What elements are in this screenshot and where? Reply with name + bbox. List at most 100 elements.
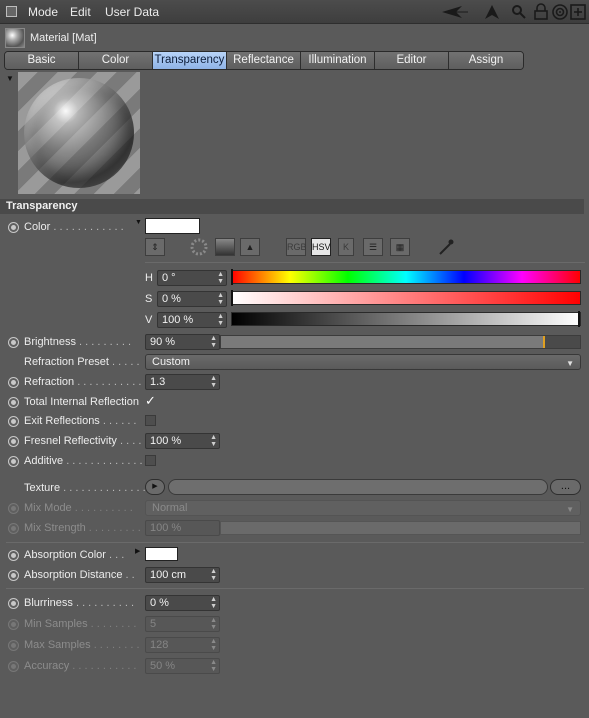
saturation-marker[interactable] (231, 290, 233, 306)
mix-strength-label: Mix Strength . . . . . . . . . (24, 522, 141, 534)
tab-color[interactable]: Color (79, 52, 153, 69)
brightness-slider[interactable] (220, 335, 581, 349)
fresnel-label: Fresnel Reflectivity . . . . (24, 435, 142, 447)
max-samples-label: Max Samples . . . . . . . . (24, 639, 140, 651)
brightness-animate-radio[interactable] (8, 337, 19, 348)
exit-reflections-checkbox[interactable] (145, 415, 156, 426)
preview-sphere (24, 78, 134, 188)
exit-reflections-animate-radio[interactable] (8, 416, 19, 427)
blurriness-animate-radio[interactable] (8, 598, 19, 609)
absorption-distance-animate-radio[interactable] (8, 570, 19, 581)
mix-strength-animate-radio[interactable] (8, 523, 19, 534)
search-icon[interactable] (510, 3, 528, 21)
tab-reflectance[interactable]: Reflectance (227, 52, 301, 69)
refraction-preset-dropdown[interactable]: Custom ▼ (145, 354, 581, 370)
refraction-animate-radio[interactable] (8, 377, 19, 388)
brightness-slider-handle[interactable] (543, 336, 546, 348)
brightness-slider-fill (221, 336, 545, 348)
brightness-field[interactable]: 90 % ▲ ▼ (145, 334, 220, 350)
blurriness-field[interactable]: 0 % ▲ ▼ (145, 595, 220, 611)
v-label: V (145, 314, 153, 326)
color-label: Color . . . . . . . . . . . . (24, 221, 124, 233)
absorption-color-swatch[interactable] (145, 547, 178, 561)
menu-user-data[interactable]: User Data (105, 5, 159, 19)
mix-mode-dropdown[interactable]: Normal ▼ (145, 500, 581, 516)
refraction-field[interactable]: 1.3 ▲ ▼ (145, 374, 220, 390)
texture-label: Texture . . . . . . . . . . . . . . (24, 482, 146, 494)
s-label: S (145, 293, 153, 305)
target-icon[interactable] (551, 3, 569, 21)
tir-checkbox[interactable]: ✓ (145, 394, 156, 407)
color-picker-icon[interactable] (437, 238, 455, 256)
collapse-triangle-icon[interactable]: ▼ (6, 74, 14, 83)
rgb-button[interactable]: RGB (286, 238, 307, 256)
blurriness-label: Blurriness . . . . . . . . . . (24, 597, 135, 609)
panel-grip-icon[interactable] (6, 6, 17, 17)
material-preview[interactable] (18, 72, 140, 194)
accuracy-animate-radio[interactable] (8, 661, 19, 672)
color-expand-triangle-icon[interactable]: ▼ (135, 219, 142, 226)
up-arrow-icon[interactable] (483, 3, 501, 21)
absorption-color-expand-icon[interactable]: ▶ (135, 547, 140, 555)
tab-basic[interactable]: Basic (5, 52, 79, 69)
eyedropper-toggle-icon[interactable]: ⇕ (145, 238, 165, 256)
mix-strength-field[interactable]: 100 % (145, 520, 220, 536)
max-samples-field[interactable]: 128 ▲ ▼ (145, 637, 220, 653)
texture-menu-button[interactable]: ▶ (145, 479, 165, 495)
exit-reflections-label: Exit Reflections . . . . . . (24, 415, 137, 427)
tab-editor[interactable]: Editor (375, 52, 449, 69)
hue-field[interactable]: 0 ° ▲ ▼ (157, 270, 227, 286)
back-arrow-icon[interactable] (440, 3, 470, 21)
kelvin-button[interactable]: K (338, 238, 354, 256)
mixer-icon[interactable]: ☰ (363, 238, 383, 256)
hue-gradient-slider[interactable] (231, 270, 581, 284)
absorption-color-animate-radio[interactable] (8, 550, 19, 561)
max-samples-animate-radio[interactable] (8, 640, 19, 651)
accuracy-label: Accuracy . . . . . . . . . . . (24, 660, 137, 672)
color-wheel-icon[interactable] (190, 238, 208, 256)
new-window-icon[interactable] (569, 3, 587, 21)
absorption-color-label: Absorption Color . . . (24, 549, 125, 561)
tab-assign[interactable]: Assign (449, 52, 523, 69)
refraction-label: Refraction . . . . . . . . . . . (24, 376, 142, 388)
color-animate-radio[interactable] (8, 222, 19, 233)
menu-edit[interactable]: Edit (70, 5, 91, 19)
spectrum-icon[interactable] (215, 238, 235, 256)
min-samples-animate-radio[interactable] (8, 619, 19, 630)
saturation-gradient-slider[interactable] (231, 291, 581, 305)
mix-mode-label: Mix Mode . . . . . . . . . . (24, 502, 133, 514)
hsv-button[interactable]: HSV (311, 238, 331, 256)
image-icon[interactable]: ▲ (240, 238, 260, 256)
brightness-label: Brightness . . . . . . . . . (24, 336, 131, 348)
fresnel-field[interactable]: 100 % ▲ ▼ (145, 433, 220, 449)
value-gradient-slider[interactable] (231, 312, 581, 326)
hue-marker[interactable] (231, 269, 233, 285)
texture-field[interactable] (168, 479, 548, 495)
material-thumbnail (5, 28, 25, 48)
mix-strength-slider[interactable] (220, 521, 581, 535)
additive-checkbox[interactable] (145, 455, 156, 466)
texture-browse-button[interactable]: ... (550, 479, 581, 495)
tab-transparency[interactable]: Transparency (153, 52, 227, 69)
tir-animate-radio[interactable] (8, 397, 19, 408)
additive-animate-radio[interactable] (8, 456, 19, 467)
material-title: Material [Mat] (30, 32, 97, 44)
accuracy-field[interactable]: 50 % ▲ ▼ (145, 658, 220, 674)
lock-icon[interactable] (532, 3, 550, 21)
tab-illumination[interactable]: Illumination (301, 52, 375, 69)
absorption-distance-label: Absorption Distance . . (24, 569, 135, 581)
absorption-distance-field[interactable]: 100 cm ▲ ▼ (145, 567, 220, 583)
value-field[interactable]: 100 % ▲ ▼ (157, 312, 227, 328)
saturation-field[interactable]: 0 % ▲ ▼ (157, 291, 227, 307)
separator-1 (6, 542, 584, 543)
swatches-icon[interactable]: ▦ (390, 238, 410, 256)
min-samples-label: Min Samples . . . . . . . . (24, 618, 137, 630)
mix-mode-animate-radio[interactable] (8, 503, 19, 514)
min-samples-field[interactable]: 5 ▲ ▼ (145, 616, 220, 632)
separator-2 (6, 588, 584, 589)
color-swatch[interactable] (145, 218, 200, 234)
menu-mode[interactable]: Mode (28, 5, 58, 19)
value-marker[interactable] (578, 311, 580, 327)
fresnel-animate-radio[interactable] (8, 436, 19, 447)
tir-label: Total Internal Reflection (24, 396, 139, 408)
